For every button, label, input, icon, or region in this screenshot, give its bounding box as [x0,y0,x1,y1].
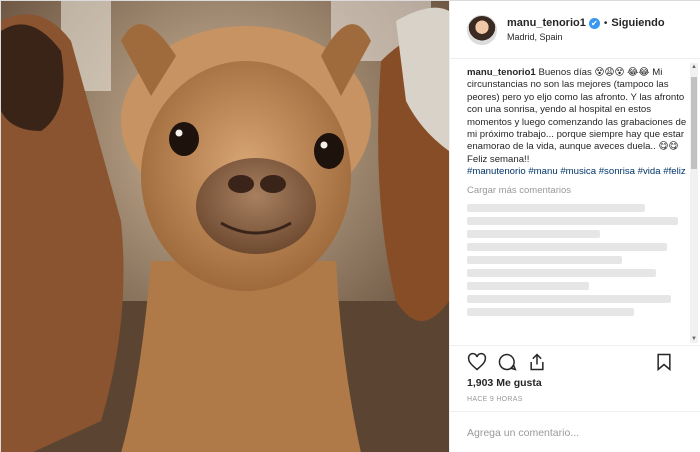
like-heart-icon[interactable] [467,352,487,372]
post-actions [450,345,700,377]
add-comment-bar [450,411,700,452]
location-link[interactable]: Madrid, Spain [507,32,665,42]
likes-count[interactable]: 1,903 Me gusta [467,377,542,389]
caption-hashtags[interactable]: #manutenorio #manu #musica #sonrisa #vid… [467,166,689,178]
scrollbar-thumb[interactable] [691,77,697,169]
instagram-post: manu_tenorio1 ✔ • Siguiendo Madrid, Spai… [0,0,700,452]
post-photo[interactable] [1,1,449,452]
separator-dot: • [603,17,608,29]
header-username-link[interactable]: manu_tenorio1 [507,17,586,29]
save-bookmark-icon[interactable] [654,352,674,372]
post-side-panel: manu_tenorio1 ✔ • Siguiendo Madrid, Spai… [449,1,700,452]
scroll-down-arrow-icon[interactable]: ▼ [691,336,697,342]
post-timestamp[interactable]: HACE 9 HORAS [467,396,523,403]
load-more-comments-button[interactable]: Cargar más comentarios [467,185,689,196]
comments-list[interactable]: manu_tenorio1 Buenos días 😵😩😵 😂😂 Mi circ… [450,63,689,343]
share-icon[interactable] [527,352,547,372]
caption-text: Buenos días 😵😩😵 😂😂 Mi circunstancias no … [467,67,687,165]
avatar[interactable] [467,14,497,45]
add-comment-input[interactable] [467,426,667,439]
verified-badge-icon: ✔ [588,17,600,29]
following-button[interactable]: Siguiendo [611,17,664,29]
comments-scrollbar[interactable]: ▲ ▼ [690,63,698,343]
post-caption: manu_tenorio1 Buenos días 😵😩😵 😂😂 Mi circ… [467,67,689,166]
blurred-comments [467,203,689,316]
alpaca-image [1,1,449,452]
post-header: manu_tenorio1 ✔ • Siguiendo Madrid, Spai… [450,1,700,59]
caption-username-link[interactable]: manu_tenorio1 [467,67,536,78]
scroll-up-arrow-icon[interactable]: ▲ [691,64,697,70]
comment-bubble-icon[interactable] [497,352,517,372]
